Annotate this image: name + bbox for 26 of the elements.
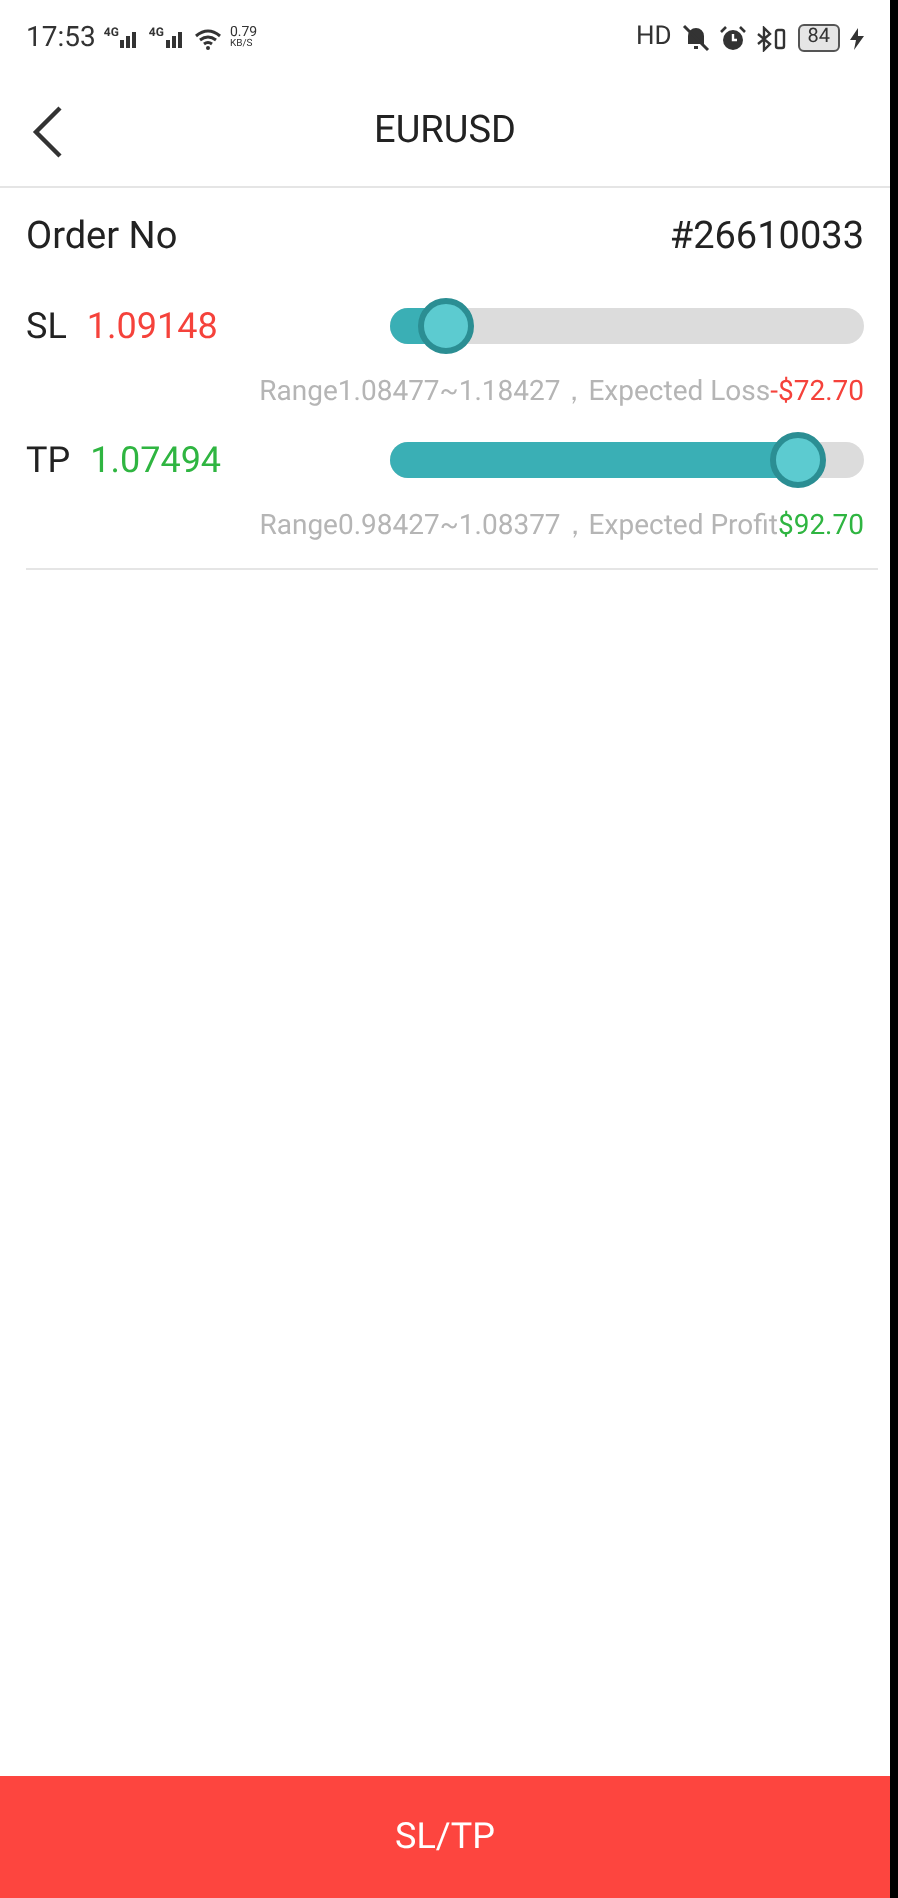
clock-time: 17:53: [26, 19, 96, 57]
charging-icon: [850, 27, 864, 49]
slider-thumb[interactable]: [769, 432, 826, 488]
muted-bell-icon: [681, 24, 710, 52]
slider-thumb[interactable]: [418, 298, 475, 354]
signal-icon: [165, 28, 186, 48]
range-text: Range1.08477~1.18427，Expected Loss: [259, 373, 771, 411]
expected-amount: -$72.70: [770, 373, 864, 411]
range-text: Range0.98427~1.08377，Expected Profit: [259, 507, 778, 545]
expected-amount: $92.70: [777, 507, 864, 545]
order-number: #26610033: [669, 209, 864, 262]
bluetooth-icon: [755, 25, 788, 51]
price-value: 1.09148: [86, 303, 218, 351]
signal-icon: [120, 28, 141, 48]
slider-track[interactable]: [390, 308, 864, 344]
alarm-icon: [719, 25, 746, 51]
wifi-icon: [193, 27, 222, 49]
slider-label: SL: [26, 303, 67, 351]
battery-level: 84: [797, 24, 840, 52]
price-value: 1.07494: [90, 437, 222, 485]
order-label: Order No: [26, 209, 178, 262]
back-icon: [32, 104, 64, 160]
hd-indicator: HD: [635, 20, 672, 57]
slider-label: TP: [26, 437, 71, 485]
sltp-button[interactable]: SL/TP: [0, 1776, 890, 1898]
page-title: EURUSD: [374, 104, 516, 157]
